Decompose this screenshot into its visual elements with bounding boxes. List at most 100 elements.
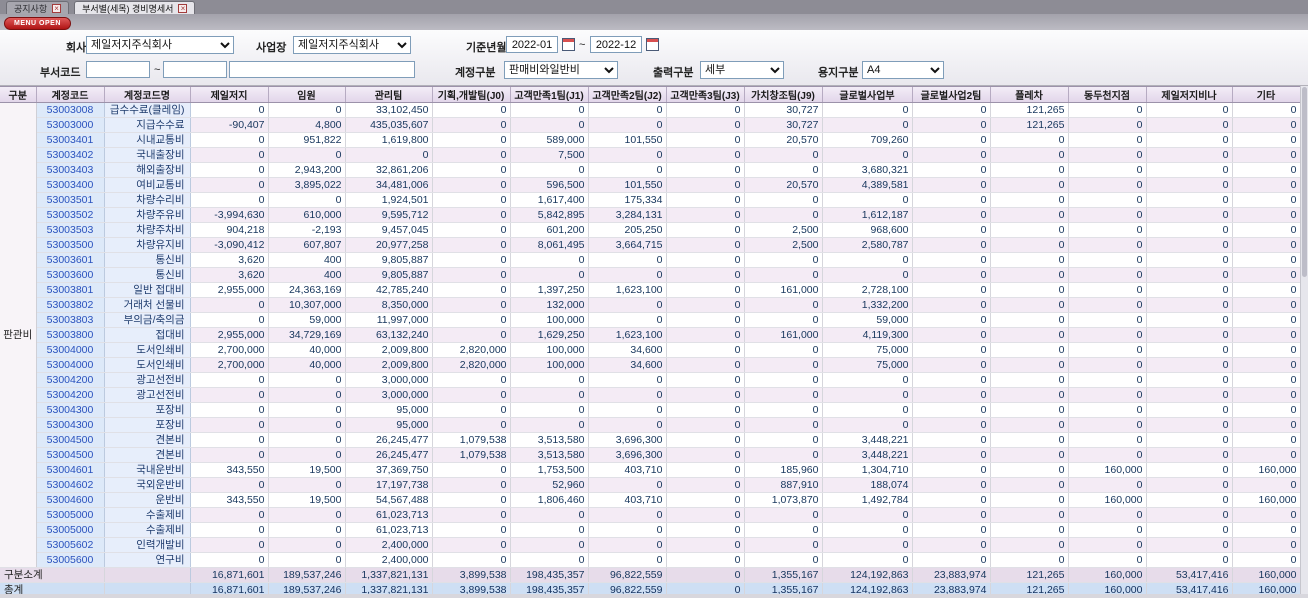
column-header[interactable]: 임원 (268, 87, 346, 103)
amount-cell[interactable]: 95,000 (345, 402, 433, 418)
table-row[interactable]: 53004200 광고선전비 0 0 3,000,000 0 0 0 0 0 0 0 0 0 0 0 (0, 372, 1300, 388)
amount-cell[interactable]: 160,000 (1232, 492, 1300, 508)
amount-cell[interactable]: 0 (432, 387, 511, 403)
amount-cell[interactable]: 0 (190, 147, 269, 163)
amount-cell[interactable]: 343,550 (190, 462, 269, 478)
column-header[interactable]: 기타 (1232, 87, 1300, 103)
amount-cell[interactable]: 0 (990, 282, 1069, 298)
amount-cell[interactable]: 59,000 (822, 312, 913, 328)
amount-cell[interactable]: 0 (432, 237, 511, 253)
table-row[interactable]: 53004601 국내운반비 343,550 19,500 37,369,750 0 1,7… (0, 462, 1300, 478)
amount-cell[interactable]: 34,729,169 (268, 327, 346, 343)
column-header[interactable]: 계정코드명 (104, 87, 191, 103)
amount-cell[interactable]: 0 (990, 177, 1069, 193)
amount-cell[interactable]: 0 (588, 402, 667, 418)
amount-cell[interactable]: 61,023,713 (345, 522, 433, 538)
amount-cell[interactable]: 0 (666, 117, 745, 133)
amount-cell[interactable]: 0 (990, 312, 1069, 328)
column-header[interactable]: 고객만족3팀(J3) (666, 87, 745, 103)
amount-cell[interactable]: 17,197,738 (345, 477, 433, 493)
account-type-select[interactable]: 판매비와일반비 (504, 61, 618, 79)
amount-cell[interactable]: 121,265 (990, 582, 1069, 594)
amount-cell[interactable]: 0 (666, 312, 745, 328)
amount-cell[interactable]: 0 (744, 372, 823, 388)
amount-cell[interactable]: 0 (432, 537, 511, 553)
amount-cell[interactable]: 0 (666, 192, 745, 208)
amount-cell[interactable]: 0 (432, 417, 511, 433)
amount-cell[interactable]: 0 (1068, 357, 1147, 373)
amount-cell[interactable]: 4,800 (268, 117, 346, 133)
account-code-cell[interactable]: 53005000 (36, 507, 105, 523)
amount-cell[interactable]: 0 (990, 372, 1069, 388)
amount-cell[interactable]: 0 (666, 132, 745, 148)
amount-cell[interactable]: 0 (190, 447, 269, 463)
table-row[interactable]: 53004602 국외운반비 0 0 17,197,738 0 52,960 0 0 887,91… (0, 477, 1300, 493)
amount-cell[interactable]: 0 (268, 372, 346, 388)
close-icon[interactable]: × (52, 3, 62, 13)
account-name-cell[interactable]: 운반비 (104, 492, 191, 508)
amount-cell[interactable]: 2,500 (744, 222, 823, 238)
amount-cell[interactable]: 0 (190, 432, 269, 448)
amount-cell[interactable]: 3,513,580 (510, 447, 589, 463)
amount-cell[interactable]: 16,871,601 (190, 582, 269, 594)
account-name-cell[interactable]: 해외출장비 (104, 162, 191, 178)
account-code-cell[interactable]: 53004601 (36, 462, 105, 478)
account-name-cell[interactable]: 시내교통비 (104, 132, 191, 148)
amount-cell[interactable]: 0 (268, 102, 346, 118)
account-name-cell[interactable]: 여비교통비 (104, 177, 191, 193)
amount-cell[interactable]: 0 (822, 537, 913, 553)
amount-cell[interactable]: 1,492,784 (822, 492, 913, 508)
amount-cell[interactable]: 0 (432, 297, 511, 313)
amount-cell[interactable]: 3,899,538 (432, 582, 511, 594)
amount-cell[interactable]: 0 (912, 147, 991, 163)
amount-cell[interactable]: 101,550 (588, 177, 667, 193)
amount-cell[interactable]: 4,119,300 (822, 327, 913, 343)
amount-cell[interactable]: 0 (1232, 177, 1300, 193)
amount-cell[interactable]: 0 (190, 477, 269, 493)
amount-cell[interactable]: 1,397,250 (510, 282, 589, 298)
table-row[interactable]: 53003802 거래처 선물비 0 10,307,000 8,350,000 0 132,… (0, 297, 1300, 313)
column-header[interactable]: 글로벌사업부 (822, 87, 913, 103)
amount-cell[interactable]: 0 (510, 117, 589, 133)
amount-cell[interactable]: 0 (1068, 402, 1147, 418)
amount-cell[interactable]: 0 (1068, 507, 1147, 523)
amount-cell[interactable]: 0 (190, 192, 269, 208)
amount-cell[interactable]: 0 (190, 102, 269, 118)
amount-cell[interactable]: 198,435,357 (510, 567, 589, 583)
amount-cell[interactable]: 0 (990, 402, 1069, 418)
amount-cell[interactable]: 0 (1146, 312, 1233, 328)
amount-cell[interactable]: 0 (190, 312, 269, 328)
amount-cell[interactable]: 121,265 (990, 567, 1069, 583)
amount-cell[interactable]: 0 (1068, 432, 1147, 448)
amount-cell[interactable]: 1,619,800 (345, 132, 433, 148)
amount-cell[interactable]: 0 (912, 462, 991, 478)
account-name-cell[interactable]: 도서인쇄비 (104, 357, 191, 373)
account-name-cell[interactable]: 포장비 (104, 402, 191, 418)
amount-cell[interactable]: 0 (1232, 402, 1300, 418)
amount-cell[interactable]: 0 (1232, 417, 1300, 433)
amount-cell[interactable]: 0 (510, 162, 589, 178)
amount-cell[interactable]: 100,000 (510, 312, 589, 328)
amount-cell[interactable]: 596,500 (510, 177, 589, 193)
amount-cell[interactable]: 0 (190, 132, 269, 148)
table-row[interactable]: 53004000 도서인쇄비 2,700,000 40,000 2,009,800 2,8… (0, 357, 1300, 373)
amount-cell[interactable]: 0 (912, 222, 991, 238)
amount-cell[interactable]: 0 (588, 537, 667, 553)
amount-cell[interactable]: 2,009,800 (345, 342, 433, 358)
amount-cell[interactable]: 435,035,607 (345, 117, 433, 133)
amount-cell[interactable]: 121,265 (990, 117, 1069, 133)
account-name-cell[interactable]: 차량유지비 (104, 237, 191, 253)
amount-cell[interactable]: 0 (990, 267, 1069, 283)
table-row[interactable]: 53005602 인력개발비 0 0 2,400,000 0 0 0 0 0 0 0 0 0 0 0 (0, 537, 1300, 553)
amount-cell[interactable]: 0 (1068, 417, 1147, 433)
amount-cell[interactable]: 20,570 (744, 177, 823, 193)
amount-cell[interactable]: 0 (990, 522, 1069, 538)
amount-cell[interactable]: 0 (912, 477, 991, 493)
amount-cell[interactable]: 0 (744, 297, 823, 313)
amount-cell[interactable]: 0 (1146, 522, 1233, 538)
amount-cell[interactable]: 0 (1146, 327, 1233, 343)
amount-cell[interactable]: 16,871,601 (190, 567, 269, 583)
amount-cell[interactable]: 0 (912, 207, 991, 223)
amount-cell[interactable]: 0 (912, 447, 991, 463)
amount-cell[interactable]: 160,000 (1232, 567, 1300, 583)
